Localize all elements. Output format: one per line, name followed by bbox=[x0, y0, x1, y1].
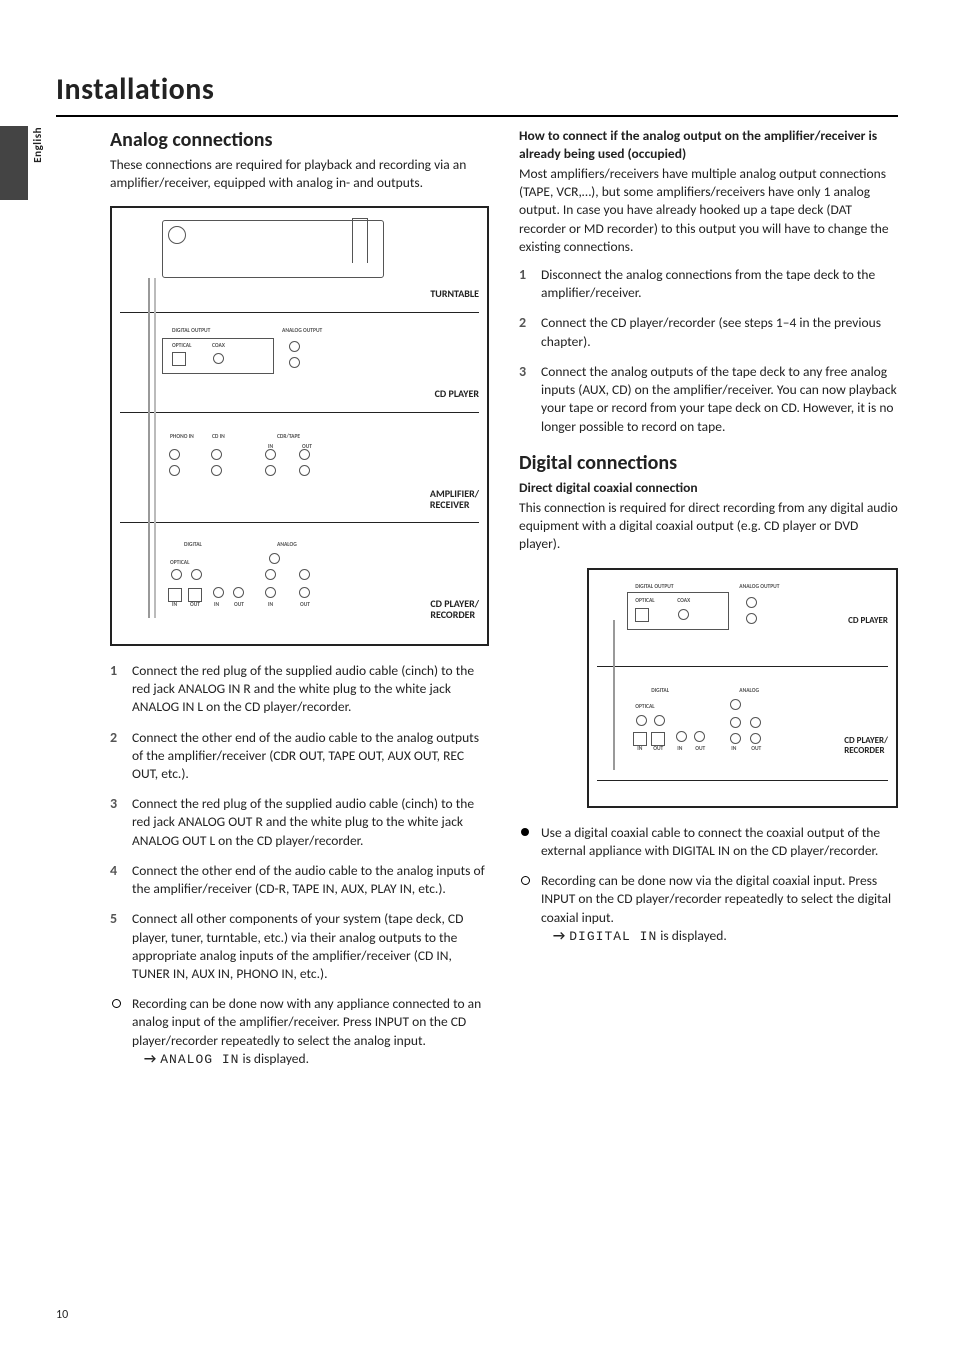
analog-note-text: Recording can be done now with any appli… bbox=[132, 995, 481, 1048]
digital-diagram: DIGITAL OUTPUT OPTICAL COAX ANALOG OUTPU… bbox=[587, 568, 898, 808]
analog-label-2: ANALOG bbox=[739, 688, 759, 695]
digital-intro: This connection is required for direct r… bbox=[519, 499, 898, 554]
language-label: English bbox=[31, 127, 46, 163]
in-label-6: IN bbox=[677, 746, 682, 753]
analog-step-5: Connect all other components of your sys… bbox=[110, 910, 489, 983]
analog-intro: These connections are required for playb… bbox=[110, 156, 489, 192]
page-title: Installations bbox=[56, 70, 898, 111]
analog-display: ANALOG IN bbox=[160, 1052, 239, 1067]
optical-label-3: OPTICAL bbox=[635, 598, 654, 605]
analog-step-4: Connect the other end of the audio cable… bbox=[110, 862, 489, 898]
digital-subhead: Direct digital coaxial connection bbox=[519, 479, 898, 497]
optical-label: OPTICAL bbox=[172, 343, 191, 350]
digital-output-label: DIGITAL OUTPUT bbox=[172, 328, 210, 335]
out-label-6: OUT bbox=[695, 746, 705, 753]
in-label-2: IN bbox=[172, 602, 177, 609]
page-number: 10 bbox=[56, 1307, 68, 1323]
title-rule bbox=[56, 115, 898, 117]
analog-display-suffix: is displayed. bbox=[239, 1050, 309, 1067]
optical-label-4: OPTICAL bbox=[635, 704, 654, 711]
analog-output-label-2: ANALOG OUTPUT bbox=[739, 584, 779, 591]
digital-note: Recording can be done now via the digita… bbox=[519, 872, 898, 945]
in-label-7: IN bbox=[731, 746, 736, 753]
out-label-3: OUT bbox=[234, 602, 244, 609]
in-label-4: IN bbox=[268, 602, 273, 609]
cdr-label-2: CD PLAYER/ RECORDER bbox=[844, 736, 888, 756]
left-column: Analog connections These connections are… bbox=[110, 127, 489, 1081]
turntable-label: TURNTABLE bbox=[430, 288, 479, 299]
analog-step-3: Connect the red plug of the supplied aud… bbox=[110, 795, 489, 850]
phono-in-label: PHONO IN bbox=[170, 434, 194, 441]
digital-label-1: DIGITAL bbox=[184, 542, 202, 549]
digital-note-text: Recording can be done now via the digita… bbox=[541, 872, 891, 925]
amp-label: AMPLIFIER/ RECEIVER bbox=[430, 488, 479, 510]
out-label-5: OUT bbox=[653, 746, 663, 753]
howto-step-1: Disconnect the analog connections from t… bbox=[519, 266, 898, 302]
out-label-2: OUT bbox=[190, 602, 200, 609]
cdplayer-label-2: CD PLAYER bbox=[848, 616, 888, 626]
howto-step-3: Connect the analog outputs of the tape d… bbox=[519, 363, 898, 436]
analog-diagram: TURNTABLE DIGITAL OUTPUT OPTICAL COAX AN… bbox=[110, 206, 489, 646]
right-column: How to connect if the analog output on t… bbox=[519, 127, 898, 1081]
digital-heading: Digital connections bbox=[519, 450, 898, 477]
cdr-label: CD PLAYER/ RECORDER bbox=[430, 598, 479, 620]
cd-in-label: CD IN bbox=[212, 434, 225, 441]
digital-bullet-1-text: Use a digital coaxial cable to connect t… bbox=[541, 824, 880, 859]
result-arrow-icon bbox=[144, 1050, 160, 1067]
analog-heading: Analog connections bbox=[110, 127, 489, 154]
analog-step-1: Connect the red plug of the supplied aud… bbox=[110, 662, 489, 717]
out-label-7: OUT bbox=[751, 746, 761, 753]
digital-label-2: DIGITAL bbox=[651, 688, 669, 695]
analog-output-label-1: ANALOG OUTPUT bbox=[282, 328, 322, 335]
analog-steps: Connect the red plug of the supplied aud… bbox=[110, 662, 489, 983]
analog-label-1: ANALOG bbox=[277, 542, 297, 549]
howto-step-2: Connect the CD player/recorder (see step… bbox=[519, 314, 898, 350]
howto-intro: Most amplifiers/receivers have multiple … bbox=[519, 165, 898, 256]
coax-label: COAX bbox=[212, 343, 225, 350]
digital-bullet-1: Use a digital coaxial cable to connect t… bbox=[519, 824, 898, 860]
in-label-3: IN bbox=[214, 602, 219, 609]
out-label-4: OUT bbox=[300, 602, 310, 609]
coax-label-2: COAX bbox=[677, 598, 690, 605]
analog-step-2: Connect the other end of the audio cable… bbox=[110, 729, 489, 784]
digital-output-label-2: DIGITAL OUTPUT bbox=[635, 584, 673, 591]
digital-display: DIGITAL IN bbox=[569, 929, 657, 944]
howto-heading: How to connect if the analog output on t… bbox=[519, 127, 898, 163]
result-arrow-icon-2 bbox=[553, 927, 569, 944]
optical-label-2: OPTICAL bbox=[170, 560, 189, 567]
cdplayer-label: CD PLAYER bbox=[435, 388, 479, 399]
howto-steps: Disconnect the analog connections from t… bbox=[519, 266, 898, 436]
digital-display-suffix: is displayed. bbox=[657, 927, 727, 944]
in-label-5: IN bbox=[637, 746, 642, 753]
cdr-tape-label: CDR/TAPE bbox=[277, 434, 300, 441]
analog-note: Recording can be done now with any appli… bbox=[110, 995, 489, 1068]
language-tab bbox=[0, 126, 28, 200]
